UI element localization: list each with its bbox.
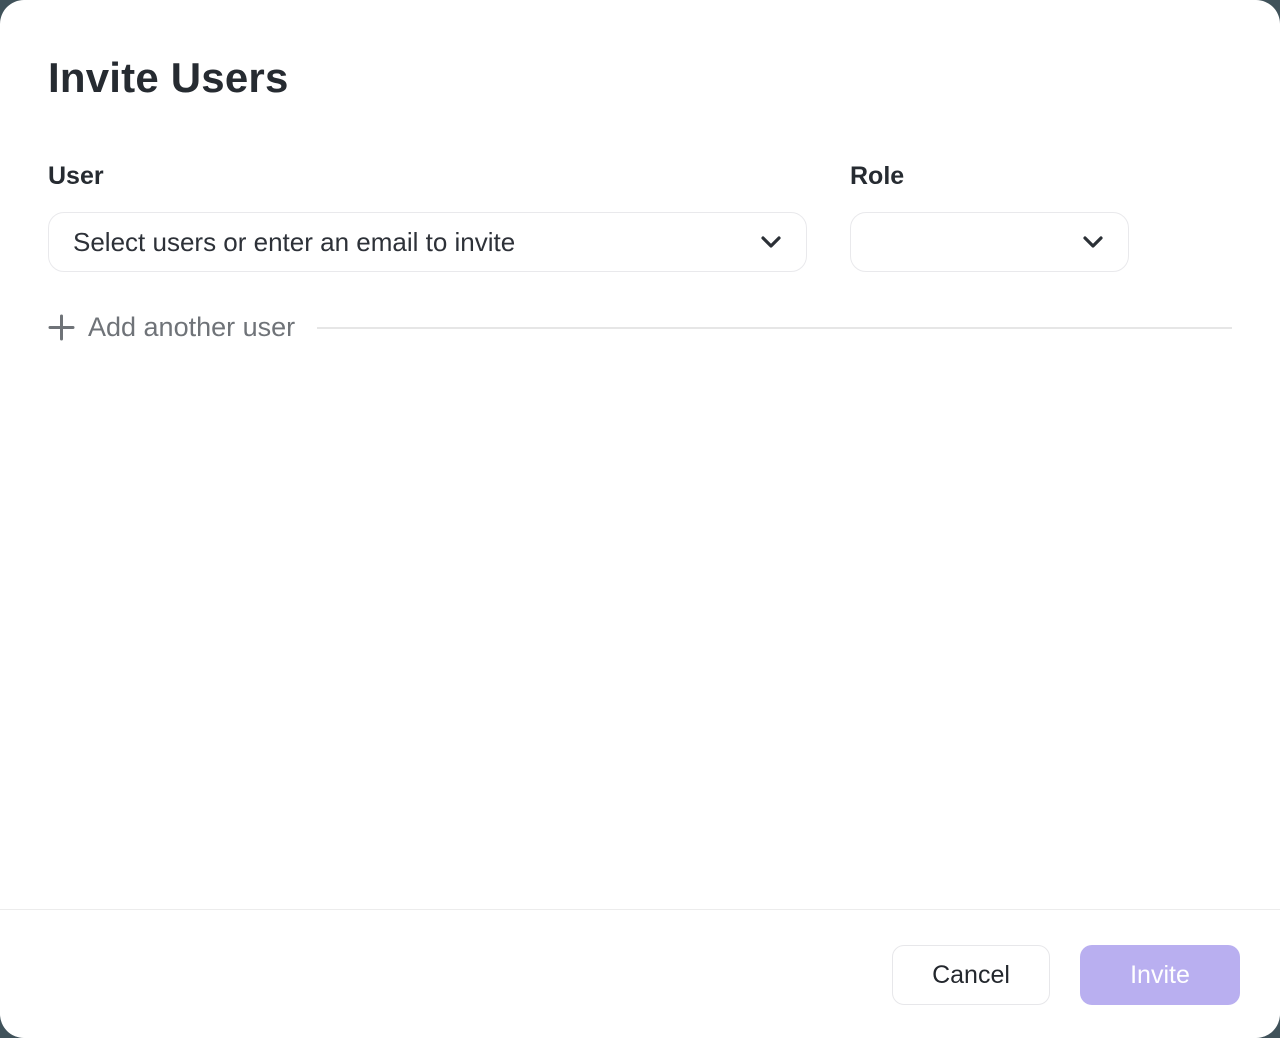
add-another-user-button[interactable]: Add another user [48, 314, 295, 341]
add-another-divider [317, 327, 1232, 329]
invite-users-dialog: Invite Users User Select users or enter … [0, 0, 1280, 1038]
add-another-user-row: Add another user [48, 314, 1232, 341]
invite-form-row: User Select users or enter an email to i… [48, 162, 1232, 272]
dialog-footer: Cancel Invite [0, 909, 1280, 1038]
role-field-label: Role [850, 162, 1129, 191]
chevron-down-icon [760, 235, 782, 249]
user-field: User Select users or enter an email to i… [48, 162, 807, 272]
dialog-title: Invite Users [48, 54, 1232, 102]
cancel-button[interactable]: Cancel [892, 945, 1050, 1005]
role-select[interactable] [850, 212, 1129, 272]
plus-icon [48, 314, 75, 341]
dialog-body: Invite Users User Select users or enter … [0, 0, 1280, 909]
add-another-user-label: Add another user [88, 314, 295, 341]
user-select[interactable]: Select users or enter an email to invite [48, 212, 807, 272]
invite-button[interactable]: Invite [1080, 945, 1240, 1005]
role-field: Role [850, 162, 1129, 272]
user-select-placeholder: Select users or enter an email to invite [73, 227, 515, 258]
chevron-down-icon [1082, 235, 1104, 249]
user-field-label: User [48, 162, 807, 191]
